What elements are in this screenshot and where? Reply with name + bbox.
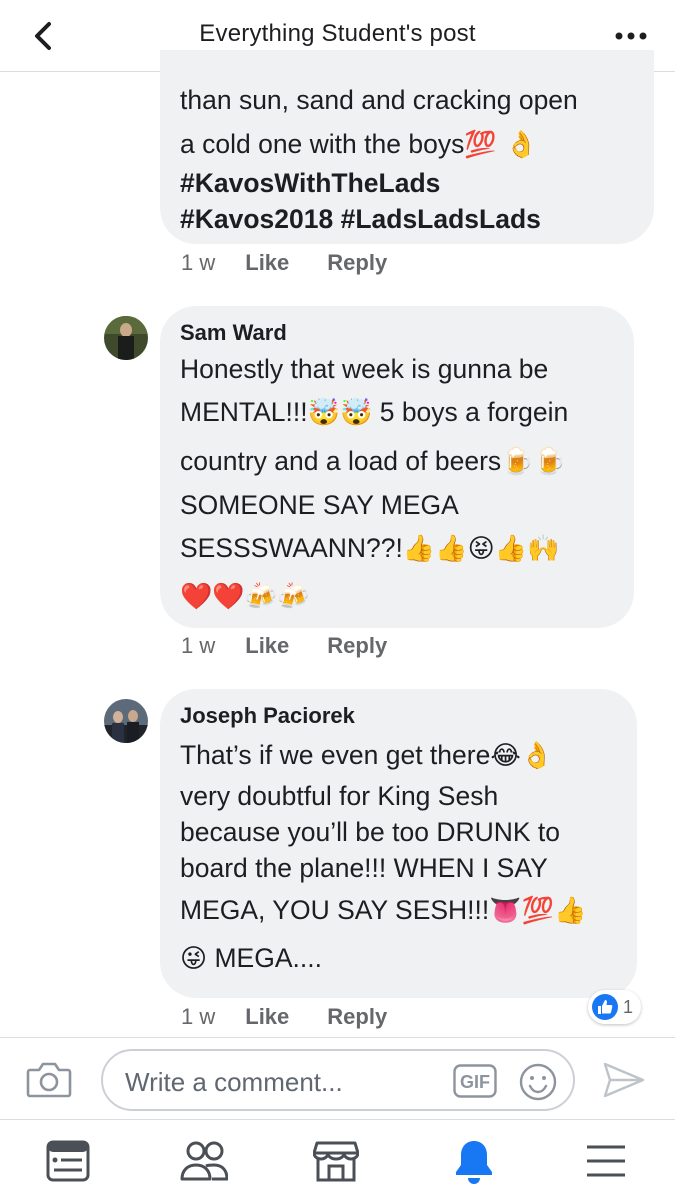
comment-text-line: MEGA, YOU SAY SESH!!!👅💯👍 [180, 886, 617, 935]
comment-author[interactable]: Sam Ward [180, 320, 614, 346]
gif-button[interactable]: GIF [453, 1064, 497, 1098]
comment-text-line: ❤️❤️🍻🍻 [180, 573, 614, 620]
emoji-group: ❤️❤️🍻🍻 [180, 582, 310, 612]
emoji-group: 💯 👌 [464, 130, 538, 160]
comment-text: That’s if we even get there😂👌 very doubt… [180, 733, 617, 982]
avatar[interactable] [104, 699, 148, 743]
tab-notifications[interactable] [444, 1134, 504, 1188]
tab-news-feed[interactable] [38, 1134, 98, 1188]
emoji-group: 👅💯👍 [489, 896, 587, 926]
hashtag-link[interactable]: #Kavos2018 #LadsLadsLads [180, 201, 634, 237]
comment-text: than sun, sand and cracking open a cold … [180, 78, 634, 167]
comment-composer: GIF [0, 1037, 675, 1120]
emoji-group: 🍺🍺 [501, 447, 566, 477]
comment-text-span: MEGA, YOU SAY SESH!!! [180, 895, 490, 925]
emoji-group: 👍👍😝👍🙌 [402, 534, 560, 564]
more-dots-icon [615, 32, 647, 40]
comment-text-line: a cold one with the boys💯 👌 [180, 122, 634, 167]
emoji-group: 😂👌 [490, 741, 554, 771]
comment-text-span: MENTAL!!! [180, 397, 308, 427]
comment-text-line: 😜 MEGA.... [180, 935, 617, 982]
emoji-group: 😜 [180, 944, 208, 974]
comment-bubble: than sun, sand and cracking open a cold … [160, 50, 654, 244]
comment-actions: 1 w Like Reply [181, 250, 425, 276]
like-link[interactable]: Like [245, 633, 289, 659]
comment-text-line: board the plane!!! WHEN I SAY [180, 853, 548, 883]
comment-text-line: very doubtful for King Sesh [180, 781, 499, 811]
reaction-summary[interactable]: 1 [588, 990, 642, 1024]
reply-link[interactable]: Reply [327, 250, 387, 276]
marketplace-icon [313, 1141, 359, 1182]
comment-bubble: Joseph Paciorek That’s if we even get th… [160, 689, 637, 998]
profile-photo-icon [104, 699, 148, 743]
comment-text-line: MENTAL!!!🤯🤯 5 boys a forgein [180, 388, 614, 437]
send-icon [603, 1062, 645, 1098]
more-options-button[interactable] [611, 22, 651, 50]
notifications-bell-icon [456, 1141, 492, 1184]
friends-icon [180, 1141, 228, 1181]
comment-timestamp: 1 w [181, 633, 216, 658]
reaction-count: 1 [623, 996, 634, 1017]
comment-text-span: 5 boys a forgein [372, 397, 569, 427]
comment-text-line: That’s if we even get there😂👌 [180, 733, 617, 778]
comment-timestamp: 1 w [181, 1004, 216, 1029]
comment-input-box: GIF [101, 1049, 575, 1111]
profile-photo-icon [104, 316, 148, 360]
comment-text-line: because you’ll be too DRUNK to [180, 817, 561, 847]
reply-link[interactable]: Reply [327, 1004, 387, 1030]
reply-link[interactable]: Reply [327, 633, 387, 659]
comment-text-span: That’s if we even get there [180, 740, 491, 770]
page-title: Everything Student's post [199, 20, 476, 47]
comment-bubble: Sam Ward Honestly that week is gunna be … [160, 306, 634, 628]
comment-text-span: SESSSWAANN??! [180, 533, 403, 563]
smiley-icon [519, 1063, 557, 1101]
comment-author[interactable]: Joseph Paciorek [180, 703, 617, 729]
camera-button[interactable] [26, 1060, 72, 1100]
comment-input[interactable] [123, 1063, 437, 1101]
comment-actions: 1 w Like Reply [181, 1004, 425, 1030]
comment-actions: 1 w Like Reply [181, 633, 425, 659]
news-feed-icon [46, 1140, 90, 1182]
bottom-tab-bar [0, 1120, 675, 1200]
like-link[interactable]: Like [245, 1004, 289, 1030]
comment-text-span: MEGA.... [207, 943, 322, 973]
comment-text: Honestly that week is gunna be MENTAL!!!… [180, 350, 614, 620]
comment-timestamp: 1 w [181, 250, 216, 275]
emoji-button[interactable] [518, 1062, 558, 1102]
comment-text-line: Honestly that week is gunna be [180, 354, 549, 384]
avatar[interactable] [104, 316, 148, 360]
comment-text-line: SOMEONE SAY MEGA [180, 490, 459, 520]
comment-text-span: country and a load of beers [180, 446, 502, 476]
menu-icon [587, 1145, 625, 1177]
comment-text-line: country and a load of beers🍺🍺 [180, 437, 614, 486]
send-button[interactable] [602, 1060, 646, 1100]
hashtag-links: #KavosWithTheLads #Kavos2018 #LadsLadsLa… [180, 165, 634, 237]
comment-text-span: a cold one with the boys [180, 129, 465, 159]
tab-friends[interactable] [174, 1134, 234, 1188]
like-reaction-icon [592, 994, 618, 1020]
tab-marketplace[interactable] [306, 1134, 366, 1188]
hashtag-link[interactable]: #KavosWithTheLads [180, 165, 634, 201]
like-link[interactable]: Like [245, 250, 289, 276]
emoji-group: 🤯🤯 [307, 398, 373, 428]
camera-icon [26, 1062, 72, 1098]
gif-icon: GIF [453, 1064, 497, 1098]
gif-label: GIF [460, 1072, 490, 1092]
comment-text-line: SESSSWAANN??!👍👍😝👍🙌 [180, 524, 614, 573]
comment-text-line: than sun, sand and cracking open [180, 85, 578, 115]
tab-menu[interactable] [576, 1134, 636, 1188]
